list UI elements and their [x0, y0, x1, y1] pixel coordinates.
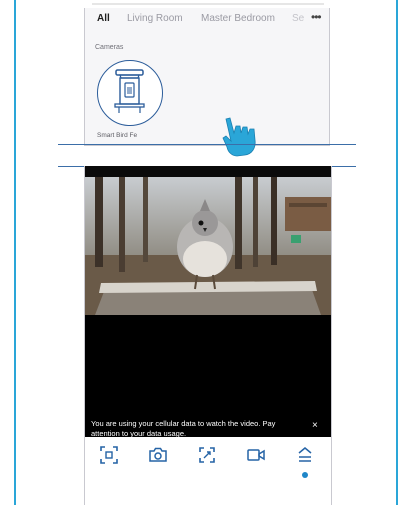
- page-frame-left: [14, 0, 16, 505]
- device-list-screen: All Living Room Master Bedroom Se ••• Ca…: [84, 8, 331, 157]
- camera-icon[interactable]: [148, 445, 168, 465]
- divider-line-top: [58, 144, 356, 145]
- live-view-control-bar: [85, 437, 331, 505]
- close-notice-icon[interactable]: ×: [312, 421, 318, 431]
- tab-all[interactable]: All: [97, 13, 110, 24]
- page-frame-right: [396, 0, 398, 505]
- tap-hand-icon: [219, 116, 263, 165]
- top-partial-strip: [84, 0, 332, 8]
- tab-partial[interactable]: Se: [292, 13, 308, 24]
- live-view-screen: You are using your cellular data to watc…: [84, 166, 332, 505]
- cameras-section-label: Cameras: [95, 44, 124, 51]
- tap-indicator-dot: [302, 472, 308, 478]
- live-video-feed[interactable]: [85, 177, 331, 315]
- device-name-label: Smart Bird Fe: [97, 132, 138, 139]
- expand-up-icon[interactable]: [295, 445, 315, 465]
- cellular-data-notice: You are using your cellular data to watc…: [91, 419, 276, 438]
- room-tab-bar: All Living Room Master Bedroom Se •••: [85, 8, 331, 30]
- video-letterbox: You are using your cellular data to watc…: [85, 315, 331, 438]
- video-status-bar: [85, 166, 331, 177]
- fullscreen-icon[interactable]: [197, 445, 217, 465]
- bird-feeder-icon: [114, 69, 145, 113]
- tab-master-bedroom[interactable]: Master Bedroom: [201, 13, 275, 24]
- tab-living-room[interactable]: Living Room: [127, 13, 183, 24]
- bird-video-frame: [85, 177, 331, 315]
- bird-feeder-device-tile[interactable]: [97, 60, 163, 126]
- more-menu-icon[interactable]: •••: [311, 10, 322, 24]
- scan-icon[interactable]: [99, 445, 119, 465]
- video-record-icon[interactable]: [246, 445, 266, 465]
